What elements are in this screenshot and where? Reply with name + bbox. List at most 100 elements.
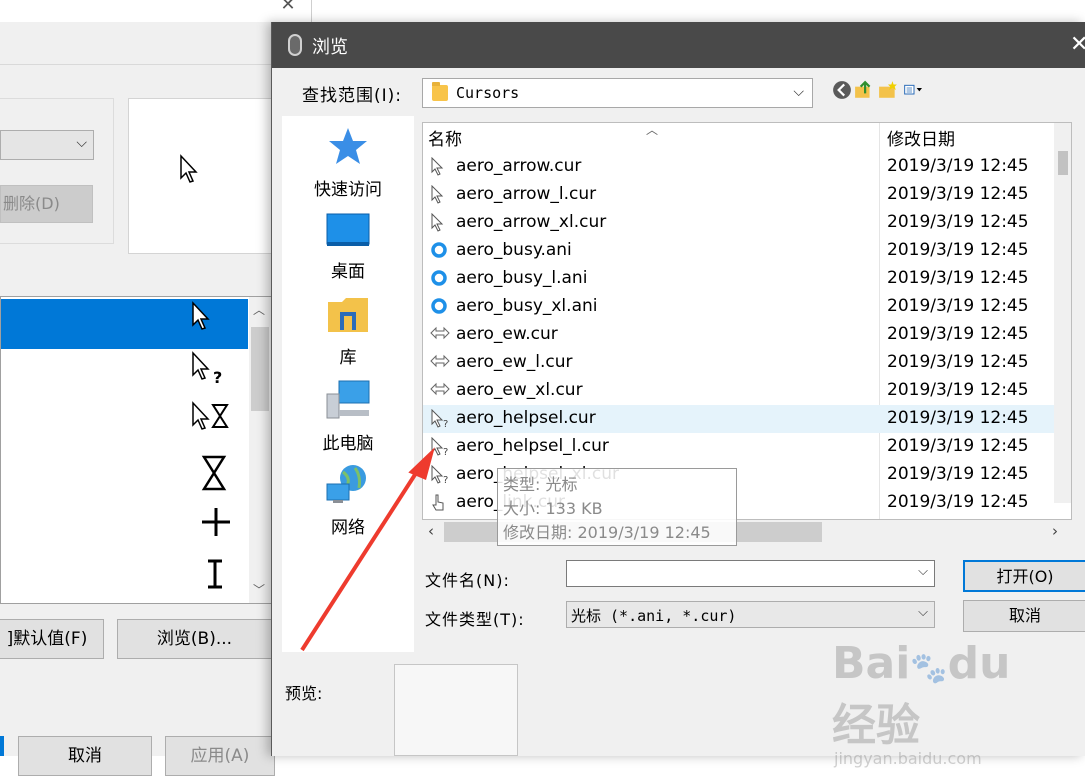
file-row[interactable]: aero_arrow_l.cur 2019/3/19 12:45 xyxy=(423,181,1071,209)
file-name: aero_arrow_l.cur xyxy=(456,184,597,204)
file-row[interactable]: aero_ew.cur 2019/3/19 12:45 xyxy=(423,321,1071,349)
arrow-cursor-icon xyxy=(180,154,198,183)
file-row[interactable]: aero_arrow_xl.cur 2019/3/19 12:45 xyxy=(423,209,1071,237)
desktop-icon xyxy=(326,213,370,246)
working-cursor-icon xyxy=(192,401,229,430)
file-name: aero_helpsel.cur xyxy=(456,408,596,428)
file-row[interactable]: ? aero_helpsel_l.cur 2019/3/19 12:45 xyxy=(423,433,1071,461)
cursor-list-scrollbar[interactable]: ︿ ﹀ xyxy=(249,297,271,603)
busy-ring-icon xyxy=(430,297,450,317)
filename-label: 文件名(N): xyxy=(425,571,510,590)
place-label: 库 xyxy=(339,348,357,368)
file-name: aero_ew.cur xyxy=(456,324,558,344)
tooltip-type: 类型: 光标 xyxy=(503,475,578,494)
places-bar: 快速访问 桌面 库 此电脑 网络 xyxy=(282,116,414,652)
column-header-date[interactable]: 修改日期 xyxy=(887,125,955,151)
watermark-url: jingyan.baidu.com xyxy=(834,749,982,768)
file-row[interactable]: aero_busy_l.ani 2019/3/19 12:45 xyxy=(423,265,1071,293)
open-button[interactable]: 打开(O) xyxy=(963,560,1085,592)
arrow-cursor-icon xyxy=(430,184,450,205)
place-library[interactable]: 库 xyxy=(282,296,414,368)
file-name: aero_busy.ani xyxy=(456,240,572,260)
file-date: 2019/3/19 12:45 xyxy=(887,156,1029,176)
network-icon xyxy=(326,465,366,503)
chevron-down-icon: ⌵ xyxy=(793,84,804,100)
bg-close-icon[interactable]: ✕ xyxy=(276,0,300,15)
browse-button[interactable]: 浏览(B)... xyxy=(117,619,272,659)
file-name: aero_helpsel_l.cur xyxy=(456,436,609,456)
filetype-value: 光标 (*.ani, *.cur) xyxy=(571,607,737,625)
file-row[interactable]: ? aero_helpsel.cur 2019/3/19 12:45 xyxy=(423,405,1071,433)
svg-text:?: ? xyxy=(213,368,222,385)
file-row[interactable]: aero_ew_l.cur 2019/3/19 12:45 xyxy=(423,349,1071,377)
chevron-down-icon[interactable]: ⌵ xyxy=(918,564,928,579)
place-label: 快速访问 xyxy=(314,180,382,200)
file-name: aero_busy_xl.ani xyxy=(456,296,598,316)
filetype-dropdown[interactable]: 光标 (*.ani, *.cur) ⌵ xyxy=(566,601,935,628)
scroll-down-icon[interactable]: ﹀ xyxy=(253,581,265,598)
library-icon xyxy=(328,298,368,332)
busy-ring-icon xyxy=(430,241,450,261)
resize-ew-icon xyxy=(430,381,450,401)
view-menu-icon[interactable] xyxy=(904,80,924,100)
column-header-name[interactable]: 名称 xyxy=(428,125,462,151)
scroll-up-icon[interactable]: ︿ xyxy=(253,301,265,318)
close-icon[interactable]: ✕ xyxy=(1070,32,1085,57)
file-row[interactable]: aero_ew_xl.cur 2019/3/19 12:45 xyxy=(423,377,1071,405)
place-label: 网络 xyxy=(331,518,365,538)
nav-toolbar xyxy=(832,80,942,104)
look-in-label: 查找范围(I): xyxy=(302,86,403,106)
up-folder-icon[interactable] xyxy=(854,80,874,100)
star-icon xyxy=(329,128,367,164)
scheme-dropdown[interactable]: ⌵ xyxy=(0,130,94,160)
scroll-thumb[interactable] xyxy=(1058,151,1068,175)
scroll-thumb[interactable] xyxy=(251,327,269,411)
dialog-title-bar[interactable]: 浏览 ✕ xyxy=(272,22,1085,68)
scroll-left-icon[interactable]: ‹ xyxy=(428,522,434,540)
place-label: 此电脑 xyxy=(322,434,374,454)
cursor-list[interactable]: ? ︿ ﹀ xyxy=(0,296,272,604)
hand-cursor-icon xyxy=(430,493,450,513)
file-info-tooltip: 类型: 光标 大小: 133 KB 修改日期: 2019/3/19 12:45 xyxy=(497,468,737,546)
place-quick-access[interactable]: 快速访问 xyxy=(282,126,414,200)
file-date: 2019/3/19 12:45 xyxy=(887,240,1029,260)
file-date: 2019/3/19 12:45 xyxy=(887,492,1029,512)
file-name: aero_arrow.cur xyxy=(456,156,582,176)
file-date: 2019/3/19 12:45 xyxy=(887,184,1029,204)
file-date: 2019/3/19 12:45 xyxy=(887,436,1029,456)
new-folder-icon[interactable] xyxy=(878,80,898,100)
arrow-cursor-icon xyxy=(192,301,210,330)
scroll-right-icon[interactable]: › xyxy=(1052,522,1058,540)
svg-text:?: ? xyxy=(443,447,448,457)
preview-box xyxy=(394,664,518,756)
look-in-dropdown[interactable]: Cursors ⌵ xyxy=(422,78,813,108)
preview-label: 预览: xyxy=(285,684,323,703)
svg-text:?: ? xyxy=(443,419,448,429)
help-cursor-icon: ? xyxy=(430,408,450,430)
file-row[interactable]: aero_arrow.cur 2019/3/19 12:45 xyxy=(423,153,1071,181)
place-network[interactable]: 网络 xyxy=(282,464,414,538)
chevron-down-icon: ⌵ xyxy=(76,135,87,151)
delete-scheme-button: 删除(D) xyxy=(0,185,93,223)
file-date: 2019/3/19 12:45 xyxy=(887,296,1029,316)
filename-input[interactable]: ⌵ xyxy=(566,560,935,587)
file-list-vertical-scrollbar[interactable] xyxy=(1054,123,1071,503)
help-cursor-icon: ? xyxy=(430,464,450,486)
use-default-button[interactable]: ]默认值(F) xyxy=(0,619,104,659)
bg-cancel-button[interactable]: 取消 xyxy=(18,736,152,776)
back-icon[interactable] xyxy=(832,80,852,100)
file-list[interactable]: ︿ 名称 修改日期 aero_arrow.cur 2019/3/19 12:45 a… xyxy=(422,122,1072,520)
file-row[interactable]: aero_busy_xl.ani 2019/3/19 12:45 xyxy=(423,293,1071,321)
place-label: 桌面 xyxy=(331,262,365,282)
file-row[interactable]: aero_busy.ani 2019/3/19 12:45 xyxy=(423,237,1071,265)
help-cursor-icon: ? xyxy=(192,351,222,385)
place-desktop[interactable]: 桌面 xyxy=(282,212,414,282)
busy-ring-icon xyxy=(430,269,450,289)
cancel-button[interactable]: 取消 xyxy=(963,600,1085,632)
mouse-icon xyxy=(288,34,302,56)
mouse-properties-window: ✕ ⌵ 删除(D) ? ︿ ﹀ ]默认值(F) 浏览(B)... 取消 应用(A… xyxy=(0,0,312,776)
place-this-pc[interactable]: 此电脑 xyxy=(282,380,414,454)
folder-icon xyxy=(432,82,448,101)
file-date: 2019/3/19 12:45 xyxy=(887,268,1029,288)
filetype-label: 文件类型(T): xyxy=(425,610,525,629)
